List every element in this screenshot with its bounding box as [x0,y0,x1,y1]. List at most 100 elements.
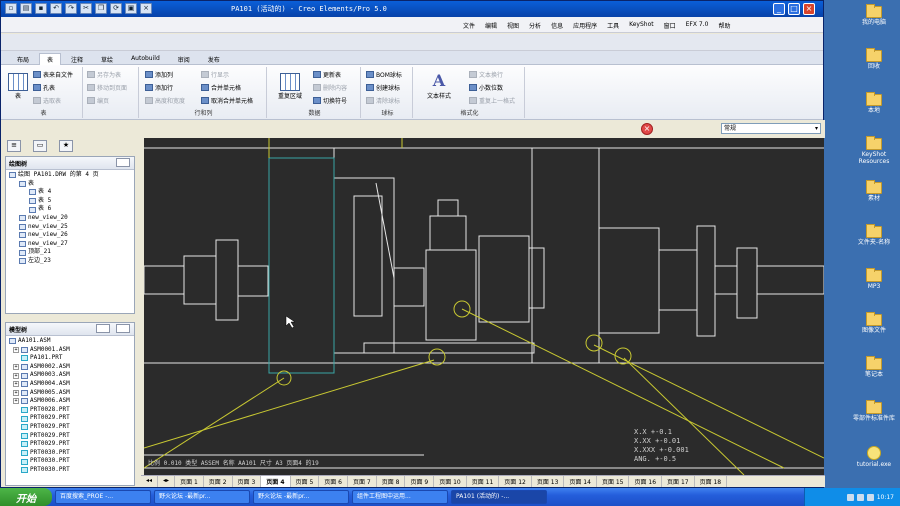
hole-table-button[interactable]: 孔表 [33,83,55,92]
sheet-tab[interactable]: 页面 10 [434,476,467,487]
taskbar-item[interactable]: 组件工程图中运用... [352,490,448,504]
taskbar-item[interactable]: 百度搜索_PROE -... [55,490,151,504]
desktop-icon[interactable]: 本地 [848,92,900,114]
sheet-tab[interactable]: 页面 4 [261,476,291,487]
model-tree-node[interactable]: + ASM0001.ASM [9,346,131,355]
sheet-tab[interactable]: 页面 2 [204,476,233,487]
taskbar-item[interactable]: 野火论坛 -最新pr... [154,490,250,504]
maximize-button[interactable]: □ [788,3,800,15]
model-tree-node[interactable]: PRT0030.PRT [9,466,131,475]
switch-symbol-button[interactable]: 切换符号 [313,96,347,105]
sheet-tab[interactable]: 页面 8 [377,476,406,487]
sheet-tab[interactable]: 页面 1 [175,476,204,487]
sheet-tab[interactable]: 页面 3 [233,476,262,487]
menu-item[interactable]: 应用程序 [573,21,597,30]
expand-icon[interactable]: + [13,381,19,388]
volume-icon[interactable] [856,493,864,501]
desktop-icon[interactable]: 我的电脑 [848,4,900,26]
folder-browser-icon[interactable]: ▭ [33,140,47,152]
menu-item[interactable]: 分析 [529,21,541,30]
sheet-tab[interactable]: 页面 6 [319,476,348,487]
expand-icon[interactable]: + [13,346,19,353]
sheet-tab[interactable]: 页面 13 [532,476,565,487]
model-tree-node[interactable]: PRT0029.PRT [9,423,131,432]
tree-filter-icon[interactable] [116,324,130,333]
window-icon[interactable]: ▣ [125,3,137,14]
repeat-format-button[interactable]: 重复上一格式 [469,96,515,105]
network-icon[interactable] [846,493,854,501]
desktop-icon[interactable]: 笔记本 [848,356,900,378]
model-tree-node[interactable]: PRT0028.PRT [9,406,131,415]
tree-node[interactable]: 表 5 [9,197,131,206]
sheet-tab[interactable]: 页面 18 [695,476,728,487]
taskbar-item[interactable]: PA101 (活动的) -... [451,490,547,504]
expand-icon[interactable]: + [13,364,19,371]
select-table-button[interactable]: 选取表 [33,96,61,105]
menu-item[interactable]: EFX 7.0 [686,21,709,30]
tree-node[interactable]: 表 [9,180,131,189]
layer-tree-icon[interactable]: ≡ [7,140,21,152]
close-button[interactable]: × [803,3,815,15]
tree-node[interactable]: 顶部_21 [9,248,131,257]
sheet-tab[interactable]: 页面 5 [291,476,320,487]
desktop-icon[interactable]: 素材 [848,180,900,202]
open-icon[interactable]: ▤ [20,3,32,14]
desktop-icon[interactable]: 回收 [848,48,900,70]
model-tree-node[interactable]: PA101.PRT [9,354,131,363]
stop-regeneration-button[interactable]: × [641,123,653,135]
add-row-button[interactable]: 添加行 [145,83,173,92]
model-tree-node[interactable]: + ASM0005.ASM [9,389,131,398]
balloon[interactable] [585,334,603,352]
desktop-icon[interactable]: tutorial.exe [848,446,900,468]
menu-item[interactable]: 工具 [607,21,619,30]
tree-settings-icon[interactable] [116,158,130,167]
sheet-tab[interactable]: 页面 15 [597,476,630,487]
tree-node[interactable]: 左边_23 [9,257,131,266]
undo-icon[interactable]: ↶ [50,3,62,14]
model-tree-node[interactable]: AA101.ASM [9,337,131,346]
menu-item[interactable]: 帮助 [718,21,730,30]
regenerate-icon[interactable]: ⟳ [110,3,122,14]
row-display-button[interactable]: 行显示 [201,70,229,79]
text-wrap-button[interactable]: 文本换行 [469,70,503,79]
table-button[interactable]: 表 [7,73,29,100]
unmerge-cells-button[interactable]: 取消合并单元格 [201,96,253,105]
tree-node[interactable]: 表 4 [9,188,131,197]
menu-item[interactable]: KeyShot [629,21,654,30]
model-tree-node[interactable]: + ASM0004.ASM [9,380,131,389]
tree-node[interactable]: 表 6 [9,205,131,214]
model-tree-node[interactable]: + ASM0006.ASM [9,397,131,406]
move-to-page-button[interactable]: 移动到页面 [87,83,127,92]
menu-item[interactable]: 窗口 [664,21,676,30]
taskbar-item[interactable]: 野火论坛 -最新pr... [253,490,349,504]
model-tree-node[interactable]: PRT0030.PRT [9,449,131,458]
menu-item[interactable]: 编辑 [485,21,497,30]
edit-page-button[interactable]: 编页 [87,96,109,105]
first-sheet-icon[interactable]: ◂◂ [141,476,159,487]
add-column-button[interactable]: 添加列 [145,70,173,79]
table-from-file-button[interactable]: 表来自文件 [33,70,73,79]
save-icon[interactable]: ▪ [35,3,47,14]
sheet-tab[interactable]: 页面 12 [499,476,532,487]
delete-content-button[interactable]: 删除内容 [313,83,347,92]
drawing-canvas[interactable]: X.X +-0.1 X.XX +-0.01 X.XXX +-0.001 ANG.… [144,138,824,475]
save-as-table-button[interactable]: 另存为表 [87,70,121,79]
tree-columns-icon[interactable] [96,324,110,333]
height-width-button[interactable]: 高度和宽度 [145,96,185,105]
ime-icon[interactable] [866,493,874,501]
expand-icon[interactable]: + [13,389,19,396]
desktop-icon[interactable]: 文件夹-名称 [848,224,900,246]
model-tree-node[interactable]: PRT0029.PRT [9,414,131,423]
menu-item[interactable]: 信息 [551,21,563,30]
sheet-tab[interactable]: 页面 14 [564,476,597,487]
favorites-icon[interactable]: ★ [59,140,73,152]
model-tree-node[interactable]: PRT0029.PRT [9,440,131,449]
expand-icon[interactable]: + [13,372,19,379]
sheet-tab[interactable]: 页面 17 [662,476,695,487]
selected-view-outline[interactable] [268,157,335,374]
copy-icon[interactable]: ❐ [95,3,107,14]
redo-icon[interactable]: ↷ [65,3,77,14]
model-tree-node[interactable]: + ASM0002.ASM [9,363,131,372]
merge-cells-button[interactable]: 合并单元格 [201,83,241,92]
desktop-icon[interactable]: MP3 [848,268,900,290]
